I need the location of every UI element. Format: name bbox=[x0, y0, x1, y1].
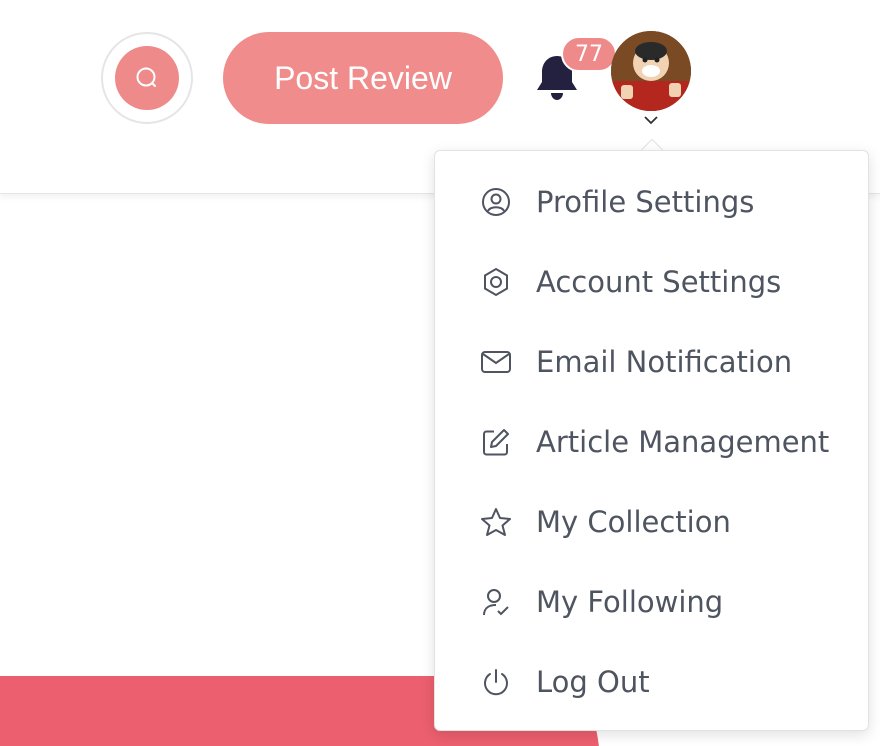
post-review-button[interactable]: Post Review bbox=[223, 32, 503, 124]
avatar[interactable] bbox=[611, 31, 691, 111]
hexagon-settings-icon bbox=[479, 265, 513, 299]
menu-item-account-settings[interactable]: Account Settings bbox=[435, 242, 868, 322]
menu-item-label: My Collection bbox=[536, 505, 731, 539]
menu-item-label: Email Notification bbox=[536, 345, 793, 379]
menu-item-label: Log Out bbox=[536, 665, 650, 699]
menu-item-email-notification[interactable]: Email Notification bbox=[435, 322, 868, 402]
menu-item-my-collection[interactable]: My Collection bbox=[435, 482, 868, 562]
user-circle-icon bbox=[479, 185, 513, 219]
notification-badge: 77 bbox=[561, 36, 617, 72]
avatar-image bbox=[611, 31, 691, 111]
mail-icon bbox=[479, 345, 513, 379]
menu-item-log-out[interactable]: Log Out bbox=[435, 642, 868, 722]
menu-item-label: Article Management bbox=[536, 425, 830, 459]
page: Post Review 77 Profile Settings Account … bbox=[0, 0, 880, 746]
menu-item-label: My Following bbox=[536, 585, 724, 619]
user-check-icon bbox=[479, 585, 513, 619]
search-icon-bg bbox=[115, 46, 179, 110]
search-icon bbox=[136, 67, 156, 87]
menu-item-article-management[interactable]: Article Management bbox=[435, 402, 868, 482]
menu-item-my-following[interactable]: My Following bbox=[435, 562, 868, 642]
menu-item-label: Account Settings bbox=[536, 265, 782, 299]
menu-item-profile-settings[interactable]: Profile Settings bbox=[435, 162, 868, 242]
star-icon bbox=[479, 505, 513, 539]
edit-icon bbox=[479, 425, 513, 459]
search-button[interactable] bbox=[101, 32, 193, 124]
power-icon bbox=[479, 665, 513, 699]
user-dropdown-menu: Profile Settings Account Settings Email … bbox=[434, 150, 869, 731]
chevron-down-icon[interactable] bbox=[643, 114, 659, 126]
menu-item-label: Profile Settings bbox=[536, 185, 755, 219]
